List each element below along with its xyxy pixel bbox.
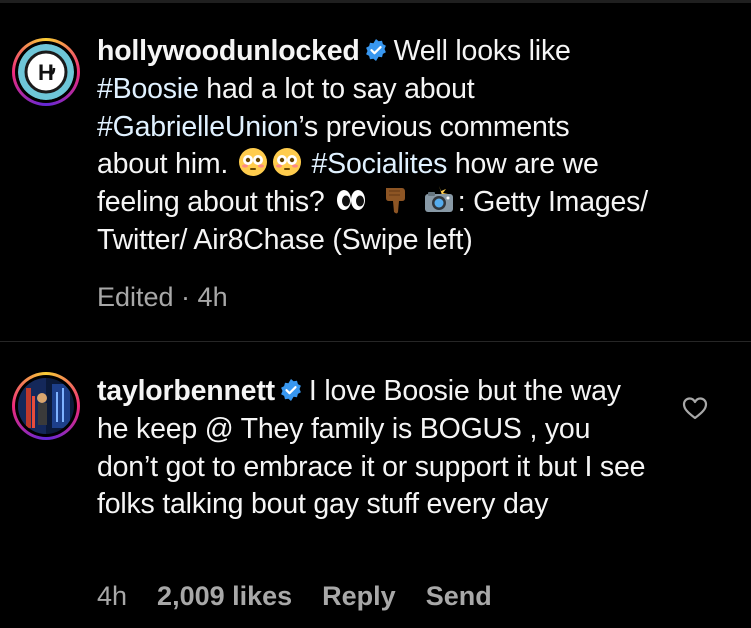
camera-with-flash-emoji <box>424 186 453 213</box>
caption-line3: ’s previous comments <box>298 110 570 143</box>
comment-username[interactable]: taylorbennett <box>97 375 275 407</box>
comment-likes[interactable]: 2,009 likes <box>157 581 292 611</box>
hollywoodunlocked-logo: H <box>18 44 74 100</box>
caption-text: hollywoodunlocked Well looks like #Boosi… <box>97 33 737 260</box>
comment-body-line1: I love Boosie but the <box>308 375 563 407</box>
taylorbennett-avatar-image <box>18 378 74 434</box>
comment-meta: 4h 2,009 likes Reply Send <box>97 581 522 612</box>
caption-line4-rest: how are we <box>447 148 599 181</box>
comment-time: 4h <box>97 581 128 611</box>
caption-line4-start: about him. <box>97 148 229 181</box>
caption-meta: Edited · 4h <box>97 282 228 312</box>
backhand-index-pointing-down-emoji <box>385 188 405 214</box>
hashtag-gabrielleunion[interactable]: #GabrielleUnion <box>97 111 299 143</box>
heart-outline-icon[interactable] <box>682 396 708 420</box>
reply-button[interactable]: Reply <box>322 581 396 611</box>
avatar-gap <box>15 375 77 437</box>
caption-line5-start: feeling about this? <box>97 186 325 219</box>
caption-line2: had a lot to say about <box>198 72 475 105</box>
flushed-face-emoji <box>238 148 267 177</box>
top-rule <box>0 0 751 3</box>
caption-line1: Well looks like <box>393 35 571 67</box>
caption-username[interactable]: hollywoodunlocked <box>97 35 360 67</box>
caption-avatar[interactable]: H <box>12 38 80 106</box>
send-button[interactable]: Send <box>426 581 492 611</box>
verified-badge-icon <box>281 379 301 401</box>
comment-text: taylorbennett I love Boosie but the way … <box>97 373 657 524</box>
divider <box>0 341 751 342</box>
hashtag-socialites[interactable]: #Socialites <box>312 148 448 180</box>
flushed-face-emoji <box>272 148 301 177</box>
comment-avatar[interactable] <box>12 372 80 440</box>
verified-badge-icon <box>365 39 386 61</box>
hashtag-boosie[interactable]: #Boosie <box>97 73 199 105</box>
avatar-gap: H <box>15 41 77 103</box>
caption-line5-rest: : Getty Images/ <box>457 186 648 219</box>
caption-line6: Twitter/ Air8Chase (Swipe left) <box>97 223 473 256</box>
eyes-emoji <box>337 190 366 211</box>
